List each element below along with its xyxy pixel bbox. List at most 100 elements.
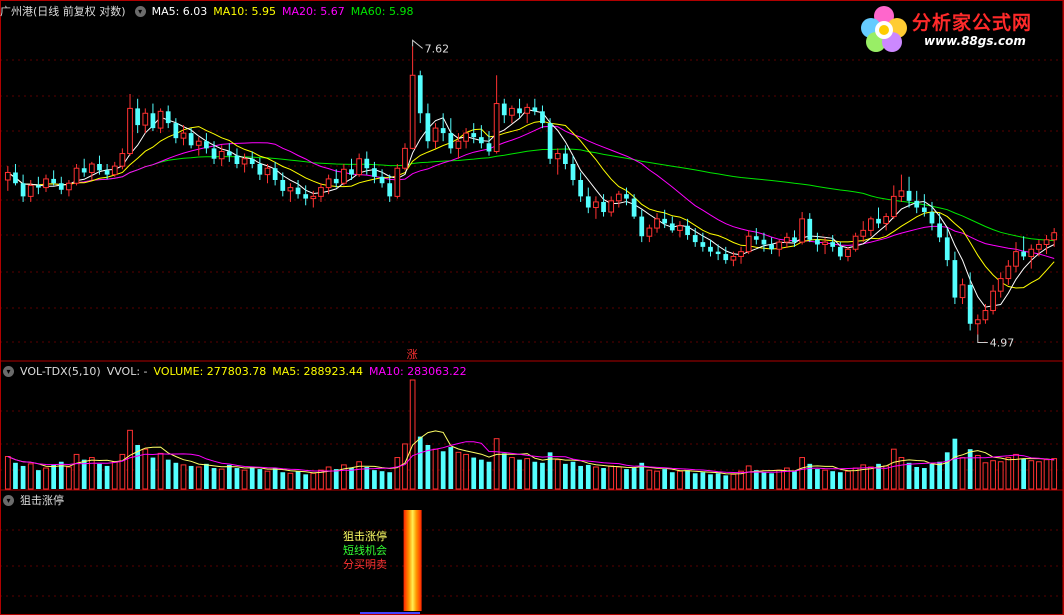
candle[interactable] — [111, 161, 118, 177]
candle[interactable] — [776, 239, 783, 257]
volume-bar[interactable] — [1028, 460, 1035, 490]
volume-bar[interactable] — [883, 465, 890, 490]
candle[interactable] — [471, 123, 477, 144]
volume-bar[interactable] — [685, 470, 690, 489]
volume-bar[interactable] — [547, 452, 553, 489]
candle[interactable] — [81, 158, 87, 177]
volume-bar[interactable] — [799, 457, 806, 490]
candle[interactable] — [792, 230, 797, 247]
candle[interactable] — [478, 125, 484, 149]
chevron-down-icon[interactable]: ▾ — [3, 365, 14, 377]
candle[interactable] — [639, 209, 645, 243]
volume-bar[interactable] — [815, 469, 820, 489]
volume-bar[interactable] — [195, 466, 202, 490]
volume-bar[interactable] — [387, 472, 393, 489]
candle[interactable] — [36, 176, 41, 195]
candle[interactable] — [463, 128, 469, 149]
candle[interactable] — [585, 187, 591, 214]
volume-bar[interactable] — [211, 468, 217, 489]
candle[interactable] — [204, 133, 209, 154]
candle[interactable] — [547, 118, 553, 164]
volume-bar[interactable] — [715, 473, 721, 489]
volume-bar[interactable] — [1051, 458, 1058, 490]
volume-bar[interactable] — [257, 469, 263, 489]
volume-bar[interactable] — [937, 461, 942, 489]
volume-bar[interactable] — [280, 472, 286, 489]
volume-bar[interactable] — [708, 474, 713, 489]
volume-bar[interactable] — [654, 470, 660, 490]
candle[interactable] — [394, 163, 401, 199]
volume-bar[interactable] — [501, 453, 507, 489]
volume-bar[interactable] — [868, 466, 874, 490]
chevron-down-icon[interactable]: ▾ — [3, 494, 14, 506]
volume-bar[interactable] — [150, 457, 156, 489]
candle[interactable] — [532, 98, 538, 116]
volume-bar[interactable] — [1036, 461, 1042, 490]
volume-bar[interactable] — [88, 457, 95, 490]
candle[interactable] — [27, 179, 34, 202]
volume-bar[interactable] — [929, 463, 935, 489]
volume-bar[interactable] — [807, 463, 813, 489]
candle[interactable] — [914, 190, 920, 214]
candle[interactable] — [318, 183, 324, 202]
candle[interactable] — [876, 207, 881, 229]
volume-bar[interactable] — [104, 465, 110, 489]
volume-bar[interactable] — [974, 454, 981, 490]
candle[interactable] — [493, 75, 500, 154]
volume-bar[interactable] — [4, 456, 11, 490]
candle[interactable] — [432, 123, 439, 149]
candle[interactable] — [745, 230, 752, 255]
candle[interactable] — [937, 213, 942, 243]
candle[interactable] — [1043, 235, 1050, 255]
volume-bar[interactable] — [440, 451, 446, 489]
volume-bar[interactable] — [1043, 459, 1050, 490]
candle[interactable] — [272, 161, 278, 186]
candle[interactable] — [517, 98, 522, 119]
candle[interactable] — [540, 105, 545, 129]
candle[interactable] — [807, 213, 813, 243]
candle[interactable] — [860, 221, 867, 243]
candle[interactable] — [195, 137, 202, 156]
candle[interactable] — [646, 224, 653, 243]
volume-bar[interactable] — [97, 463, 102, 489]
candle[interactable] — [234, 148, 240, 169]
volume-bar[interactable] — [585, 464, 591, 489]
volume-bar[interactable] — [73, 453, 80, 490]
volume-bar[interactable] — [662, 469, 668, 489]
chevron-down-icon[interactable]: ▾ — [134, 5, 146, 17]
candle[interactable] — [180, 125, 187, 146]
volume-bar[interactable] — [417, 436, 423, 489]
volume-bar[interactable] — [448, 447, 454, 489]
candle[interactable] — [409, 46, 416, 150]
candle[interactable] — [73, 163, 80, 186]
volume-bar[interactable] — [761, 472, 767, 489]
candle[interactable] — [88, 161, 95, 180]
volume-bar[interactable] — [349, 468, 354, 489]
volume-bar[interactable] — [66, 466, 72, 490]
volume-bar[interactable] — [745, 465, 752, 490]
volume-bar[interactable] — [1005, 457, 1012, 490]
candle[interactable] — [753, 228, 759, 245]
volume-bar[interactable] — [1021, 458, 1026, 489]
volume-bar[interactable] — [570, 461, 576, 489]
volume-bar[interactable] — [677, 470, 683, 490]
candle[interactable] — [425, 103, 431, 149]
candle[interactable] — [13, 163, 18, 186]
volume-bar[interactable] — [822, 469, 828, 490]
candle[interactable] — [66, 179, 72, 197]
candle[interactable] — [669, 216, 675, 233]
volume-bar[interactable] — [753, 470, 759, 489]
candle[interactable] — [402, 143, 408, 171]
candle[interactable] — [944, 228, 950, 267]
volume-bar[interactable] — [792, 471, 797, 489]
candle[interactable] — [349, 158, 354, 180]
volume-bar[interactable] — [241, 469, 248, 490]
volume-bar[interactable] — [952, 438, 958, 489]
candle[interactable] — [287, 183, 294, 202]
volume-bar[interactable] — [432, 448, 439, 490]
volume-bar[interactable] — [898, 457, 905, 490]
candle[interactable] — [738, 246, 744, 264]
volume-bar[interactable] — [173, 462, 179, 489]
candle[interactable] — [608, 196, 615, 217]
candle[interactable] — [898, 174, 905, 202]
